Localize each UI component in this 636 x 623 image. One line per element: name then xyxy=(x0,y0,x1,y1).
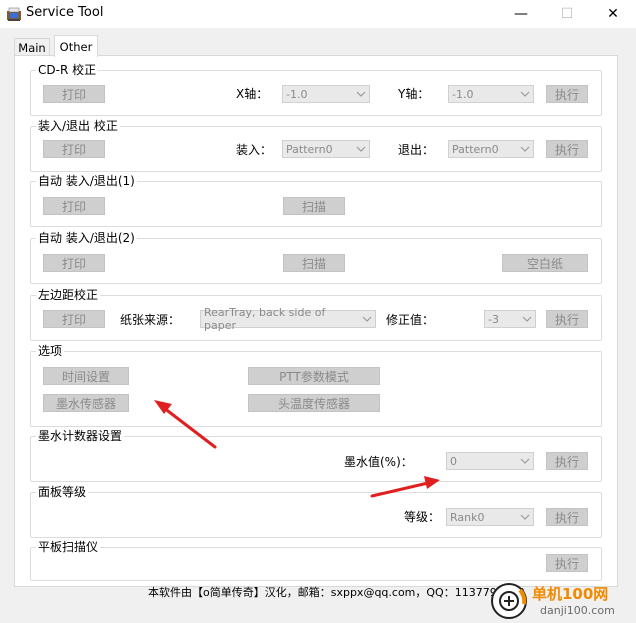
correction-label: 修正值： xyxy=(386,313,435,327)
chevron-down-icon xyxy=(353,141,369,157)
title-bar: Service Tool — ☐ ✕ xyxy=(0,0,636,28)
minimize-button[interactable]: — xyxy=(498,0,544,28)
cdr-execute-button[interactable]: 执行 xyxy=(546,85,588,103)
cdr-print-button[interactable]: 打印 xyxy=(43,85,105,103)
watermark-logo-icon xyxy=(491,583,527,619)
auto1-scan-button[interactable]: 扫描 xyxy=(283,197,345,215)
head-temp-sensor-button[interactable]: 头温度传感器 xyxy=(248,394,380,412)
app-icon xyxy=(7,7,21,21)
ink-sensor-button[interactable]: 墨水传感器 xyxy=(43,394,129,412)
watermark-site: 单机100网 xyxy=(532,585,609,603)
chevron-down-icon xyxy=(519,311,535,327)
chevron-down-icon xyxy=(517,86,533,102)
level-label: 等级： xyxy=(404,510,441,524)
ink-value-label: 墨水值(%)： xyxy=(344,455,413,469)
eject-value: Pattern0 xyxy=(452,142,499,156)
cdr-x-value: -1.0 xyxy=(286,87,308,101)
tab-main-label: Main xyxy=(18,41,46,55)
chevron-down-icon xyxy=(517,141,533,157)
group-auto2-title: 自动 装入/退出(2) xyxy=(36,231,137,245)
eject-label: 退出： xyxy=(398,143,435,157)
group-ink-counter-title: 墨水计数器设置 xyxy=(36,429,125,443)
chevron-down-icon xyxy=(359,311,375,327)
group-options-title: 选项 xyxy=(36,344,65,358)
chevron-down-icon xyxy=(353,86,369,102)
loadeject-execute-button[interactable]: 执行 xyxy=(546,140,588,158)
paper-source-value: RearTray, back side of paper xyxy=(204,306,326,332)
group-loadeject-title: 装入/退出 校正 xyxy=(36,119,120,133)
load-value: Pattern0 xyxy=(286,142,333,156)
panel-level-execute-button[interactable]: 执行 xyxy=(546,508,588,526)
cdr-x-label: X轴： xyxy=(236,87,269,101)
load-select[interactable]: Pattern0 xyxy=(282,140,370,158)
footer-credit: 本软件由【o简单传奇】汉化，邮箱：sxppx@qq.com，QQ：1137798… xyxy=(148,586,525,599)
minimize-icon: — xyxy=(514,6,528,22)
cdr-y-value: -1.0 xyxy=(452,87,474,101)
ink-counter-execute-button[interactable]: 执行 xyxy=(546,452,588,470)
cdr-y-select[interactable]: -1.0 xyxy=(448,85,534,103)
group-options xyxy=(30,351,602,427)
group-panel-level-title: 面板等级 xyxy=(36,485,89,499)
chevron-down-icon xyxy=(517,509,533,525)
group-leftmargin-title: 左边距校正 xyxy=(36,288,101,302)
cdr-x-select[interactable]: -1.0 xyxy=(282,85,370,103)
group-auto1-title: 自动 装入/退出(1) xyxy=(36,174,137,188)
paper-source-select[interactable]: RearTray, back side of paper xyxy=(200,306,376,332)
eject-select[interactable]: Pattern0 xyxy=(448,140,534,158)
close-button[interactable]: ✕ xyxy=(590,0,636,28)
group-flatbed-title: 平板扫描仪 xyxy=(36,540,101,554)
leftmargin-execute-button[interactable]: 执行 xyxy=(546,310,588,328)
level-select[interactable]: Rank0 xyxy=(446,508,534,526)
ptt-mode-button[interactable]: PTT参数模式 xyxy=(248,367,380,385)
auto1-print-button[interactable]: 打印 xyxy=(43,197,105,215)
group-cdr-title: CD-R 校正 xyxy=(36,63,99,77)
cdr-y-label: Y轴： xyxy=(398,87,430,101)
time-setting-button[interactable]: 时间设置 xyxy=(43,367,129,385)
watermark: 单机100网 danji100.com xyxy=(490,580,636,623)
maximize-button: ☐ xyxy=(544,0,590,28)
ink-value-select[interactable]: 0 xyxy=(446,452,534,470)
paper-source-label: 纸张来源： xyxy=(120,313,181,327)
ink-value: 0 xyxy=(450,454,457,468)
tab-other[interactable]: Other xyxy=(54,35,98,57)
group-flatbed xyxy=(30,547,602,581)
auto2-blank-paper-button[interactable]: 空白纸 xyxy=(502,254,588,272)
close-icon: ✕ xyxy=(607,6,619,22)
tab-other-label: Other xyxy=(59,39,93,54)
correction-select[interactable]: -3 xyxy=(484,310,536,328)
auto2-scan-button[interactable]: 扫描 xyxy=(283,254,345,272)
load-label: 装入： xyxy=(236,143,273,157)
level-value: Rank0 xyxy=(450,510,485,524)
loadeject-print-button[interactable]: 打印 xyxy=(43,140,105,158)
auto2-print-button[interactable]: 打印 xyxy=(43,254,105,272)
leftmargin-print-button[interactable]: 打印 xyxy=(43,310,105,328)
window-title: Service Tool xyxy=(26,5,104,20)
flatbed-execute-button[interactable]: 执行 xyxy=(546,554,588,572)
chevron-down-icon xyxy=(517,453,533,469)
correction-value: -3 xyxy=(488,312,499,326)
watermark-url: danji100.com xyxy=(540,604,615,617)
maximize-icon: ☐ xyxy=(560,6,574,22)
